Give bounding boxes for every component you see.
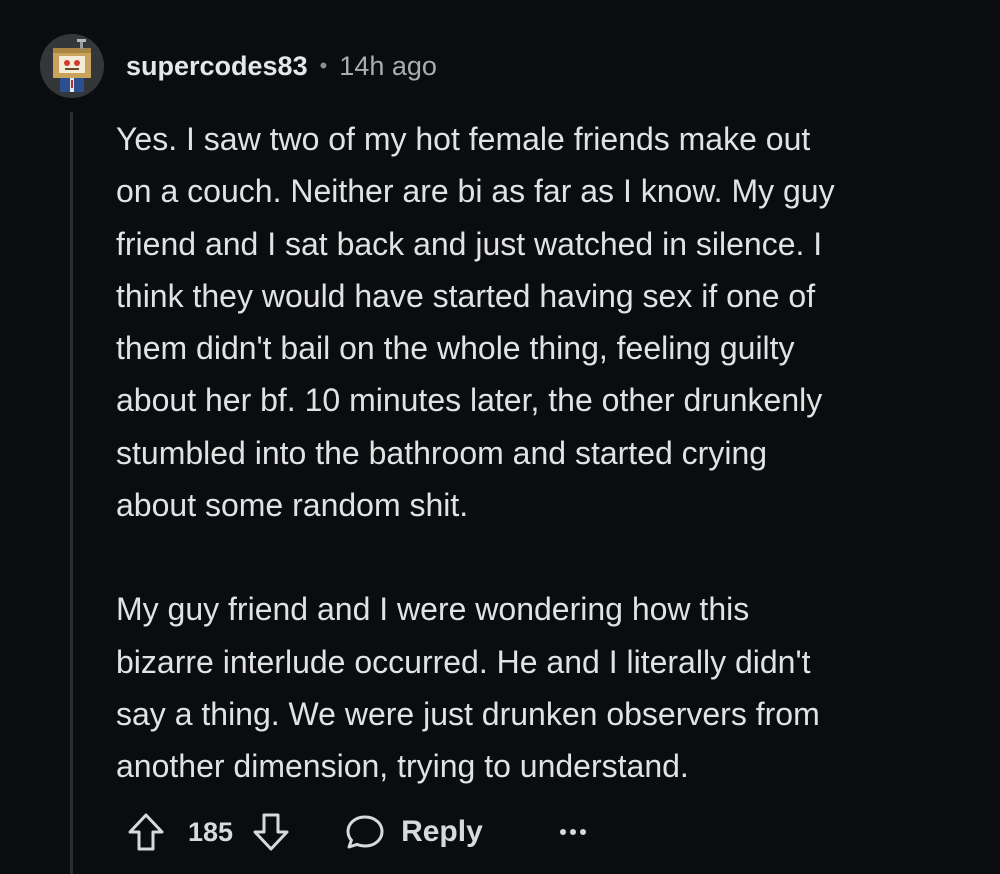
comment-paragraph: My guy friend and I were wondering how t…	[116, 591, 820, 785]
action-bar: 185 Reply	[126, 806, 589, 858]
upvote-button[interactable]	[126, 809, 166, 855]
username-link[interactable]: supercodes83	[126, 51, 308, 82]
downvote-button[interactable]	[251, 809, 291, 855]
more-dots-icon	[559, 829, 586, 835]
avatar-icon	[40, 34, 104, 98]
comment-body: Yes. I saw two of my hot female friends …	[116, 113, 976, 793]
comment: supercodes83 • 14h ago Yes. I saw two of…	[0, 0, 1000, 874]
reply-button[interactable]: Reply	[345, 813, 483, 851]
comment-paragraph: Yes. I saw two of my hot female friends …	[116, 121, 835, 524]
avatar[interactable]	[40, 34, 104, 98]
arrow-down-icon	[253, 813, 289, 851]
thread-line[interactable]	[70, 112, 73, 874]
vote-score: 185	[188, 816, 234, 847]
comment-header: supercodes83 • 14h ago	[126, 46, 437, 86]
timestamp[interactable]: 14h ago	[339, 51, 437, 82]
reply-label: Reply	[401, 815, 483, 848]
speech-bubble-icon	[346, 815, 384, 849]
arrow-up-icon	[128, 813, 164, 851]
more-options-button[interactable]	[557, 816, 589, 848]
separator-dot: •	[319, 53, 328, 78]
